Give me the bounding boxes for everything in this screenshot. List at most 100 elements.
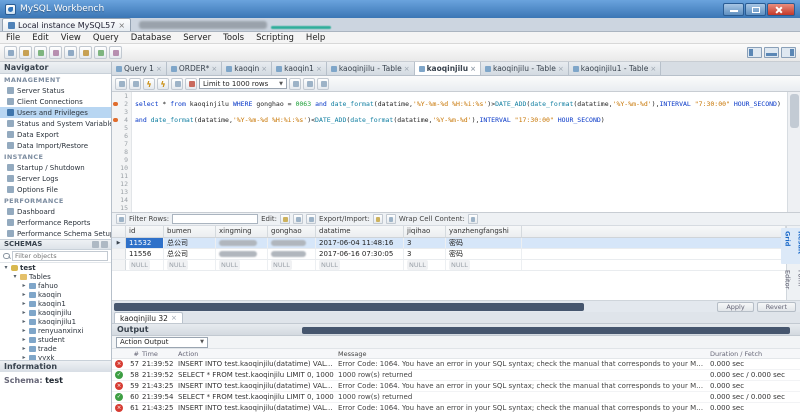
grid-cell[interactable]: 密码 [446, 249, 522, 259]
close-icon[interactable]: × [650, 65, 656, 73]
grid-cell[interactable] [216, 249, 268, 259]
add-record-icon[interactable] [293, 214, 304, 224]
editor-line[interactable]: 3 [112, 108, 787, 116]
sidebar-item-performance-schema-setup[interactable]: Performance Schema Setup [0, 228, 111, 239]
grid-cell[interactable]: 3 [404, 249, 446, 259]
sql-editor[interactable]: 1 2 select * from kaoqinjilu WHERE gonghao… [112, 92, 800, 212]
result-tab[interactable]: kaoqinjilu 32 × [114, 312, 183, 323]
apply-button[interactable]: Apply [717, 301, 754, 312]
wrap-cell-icon[interactable] [467, 214, 478, 224]
output-row[interactable]: × 59 21:43:25 INSERT INTO test.kaoqinjilu(d… [112, 381, 800, 392]
chevron-right-icon[interactable]: ▸ [21, 345, 27, 352]
editor-line[interactable]: 7 [112, 140, 787, 148]
menu-database[interactable]: Database [125, 32, 178, 44]
table-row[interactable]: ▶ 11532 总公司 2017-06-04 11:48:16 3 密码 [112, 238, 786, 249]
delete-record-icon[interactable] [306, 214, 317, 224]
beautify-icon[interactable] [289, 77, 301, 90]
sidebar-item-client-connections[interactable]: Client Connections [0, 96, 111, 107]
editor-line[interactable]: 5 [112, 124, 787, 132]
search-icon[interactable] [79, 46, 92, 59]
query-tab-kaoqinjilu1-table[interactable]: kaoqinjilu1 - Table × [568, 62, 662, 75]
grid-hscrollbar[interactable]: Apply Revert [112, 300, 800, 312]
menu-view[interactable]: View [55, 32, 87, 44]
column-header-xingming[interactable]: xingming [216, 226, 268, 238]
sidebar-item-dashboard[interactable]: Dashboard [0, 206, 111, 217]
secondary-sidebar-toggle-icon[interactable] [781, 47, 796, 58]
sidebar-item-server-status[interactable]: Server Status [0, 85, 111, 96]
export-icon[interactable] [372, 214, 383, 224]
column-header-id[interactable]: id [126, 226, 164, 238]
editor-line[interactable]: 8 [112, 148, 787, 156]
table-row[interactable]: NULL NULL NULL NULL NULL NULL NULL [112, 260, 786, 271]
editor-line[interactable]: 1 [112, 92, 787, 100]
grid-cell[interactable]: NULL [164, 260, 216, 270]
row-selector[interactable] [112, 249, 126, 259]
output-col-action[interactable]: Action [178, 350, 338, 358]
tree-item-kaoqinjilu[interactable]: ▸ kaoqinjilu [0, 308, 111, 317]
tree-item-kaoqin1[interactable]: ▸ kaoqin1 [0, 299, 111, 308]
grid-cell[interactable] [268, 238, 316, 248]
editor-line[interactable]: 11 [112, 172, 787, 180]
edit-record-icon[interactable] [280, 214, 291, 224]
output-toggle-icon[interactable] [764, 47, 779, 58]
new-table-icon[interactable] [49, 46, 62, 59]
tree-item-tables[interactable]: ▾ Tables [0, 272, 111, 281]
close-icon[interactable]: × [404, 65, 410, 73]
column-header-datatime[interactable]: datatime [316, 226, 404, 238]
tree-item-fahuo[interactable]: ▸ fahuo [0, 281, 111, 290]
close-icon[interactable]: × [156, 65, 162, 73]
preferences-icon[interactable] [94, 46, 107, 59]
grid-cell[interactable]: 11532 [126, 238, 164, 248]
editor-line[interactable]: 10 [112, 164, 787, 172]
help-icon[interactable] [109, 46, 122, 59]
editor-line[interactable]: 13 [112, 188, 787, 196]
grid-cell[interactable]: NULL [446, 260, 522, 270]
grid-cell[interactable]: NULL [404, 260, 446, 270]
minimize-button[interactable] [723, 2, 744, 16]
table-row[interactable]: 11556 总公司 2017-06-16 07:30:05 3 密码 [112, 249, 786, 260]
editor-line[interactable]: 2 select * from kaoqinjilu WHERE gonghao … [112, 100, 787, 108]
wrap-icon[interactable] [317, 77, 329, 90]
chevron-down-icon[interactable]: ▾ [3, 264, 9, 271]
output-view-select[interactable]: Action Output ▼ [116, 336, 208, 348]
maximize-button[interactable] [745, 2, 766, 16]
query-tab-kaoqin[interactable]: kaoqin × [222, 62, 273, 75]
menu-server[interactable]: Server [177, 32, 217, 44]
refresh-icon[interactable] [92, 241, 99, 248]
close-icon[interactable]: × [316, 65, 322, 73]
column-header-jiqihao[interactable]: jiqihao [404, 226, 446, 238]
connection-tab[interactable]: Local instance MySQL57 × [2, 18, 132, 31]
chevron-right-icon[interactable]: ▸ [21, 300, 27, 307]
save-icon[interactable] [64, 46, 77, 59]
output-col-time[interactable]: Time [142, 350, 178, 358]
sidebar-item-users-and-privileges[interactable]: Users and Privileges [0, 107, 111, 118]
panel-scrollbar[interactable] [302, 326, 790, 334]
tree-item-test[interactable]: ▾ test [0, 263, 111, 272]
inspector-icon[interactable] [101, 241, 108, 248]
grid-cell[interactable]: 总公司 [164, 238, 216, 248]
query-tab-kaoqin1[interactable]: kaoqin1 × [272, 62, 327, 75]
grid-cell[interactable] [268, 249, 316, 259]
row-selector[interactable] [112, 260, 126, 270]
chevron-right-icon[interactable]: ▸ [21, 327, 27, 334]
grid-view-icon[interactable] [116, 214, 126, 224]
side-tab-form-editor[interactable]: Form Editor [781, 267, 800, 300]
output-row[interactable]: ✓ 60 21:39:54 SELECT * FROM test.kaoqinjilu… [112, 392, 800, 403]
open-script-icon[interactable] [115, 77, 127, 90]
tree-item-kaoqin[interactable]: ▸ kaoqin [0, 290, 111, 299]
chevron-right-icon[interactable]: ▸ [21, 318, 27, 325]
output-row[interactable]: × 61 21:43:25 INSERT INTO test.kaoqinjilu(d… [112, 403, 800, 412]
sidebar-item-performance-reports[interactable]: Performance Reports [0, 217, 111, 228]
grid-cell[interactable]: NULL [316, 260, 404, 270]
grid-cell[interactable]: 3 [404, 238, 446, 248]
grid-cell[interactable]: 总公司 [164, 249, 216, 259]
query-tab-kaoqinjilu-table[interactable]: kaoqinjilu - Table × [326, 62, 415, 75]
limit-rows-select[interactable]: Limit to 1000 rows ▼ [199, 78, 287, 89]
close-icon[interactable]: × [118, 21, 125, 30]
filter-rows-input[interactable] [172, 214, 259, 224]
editor-line[interactable]: 12 [112, 180, 787, 188]
close-button[interactable] [767, 2, 795, 16]
grid-cell[interactable]: 11556 [126, 249, 164, 259]
grid-cell[interactable]: NULL [126, 260, 164, 270]
query-tab-kaoqinjilu-table[interactable]: kaoqinjilu - Table × [480, 62, 569, 75]
